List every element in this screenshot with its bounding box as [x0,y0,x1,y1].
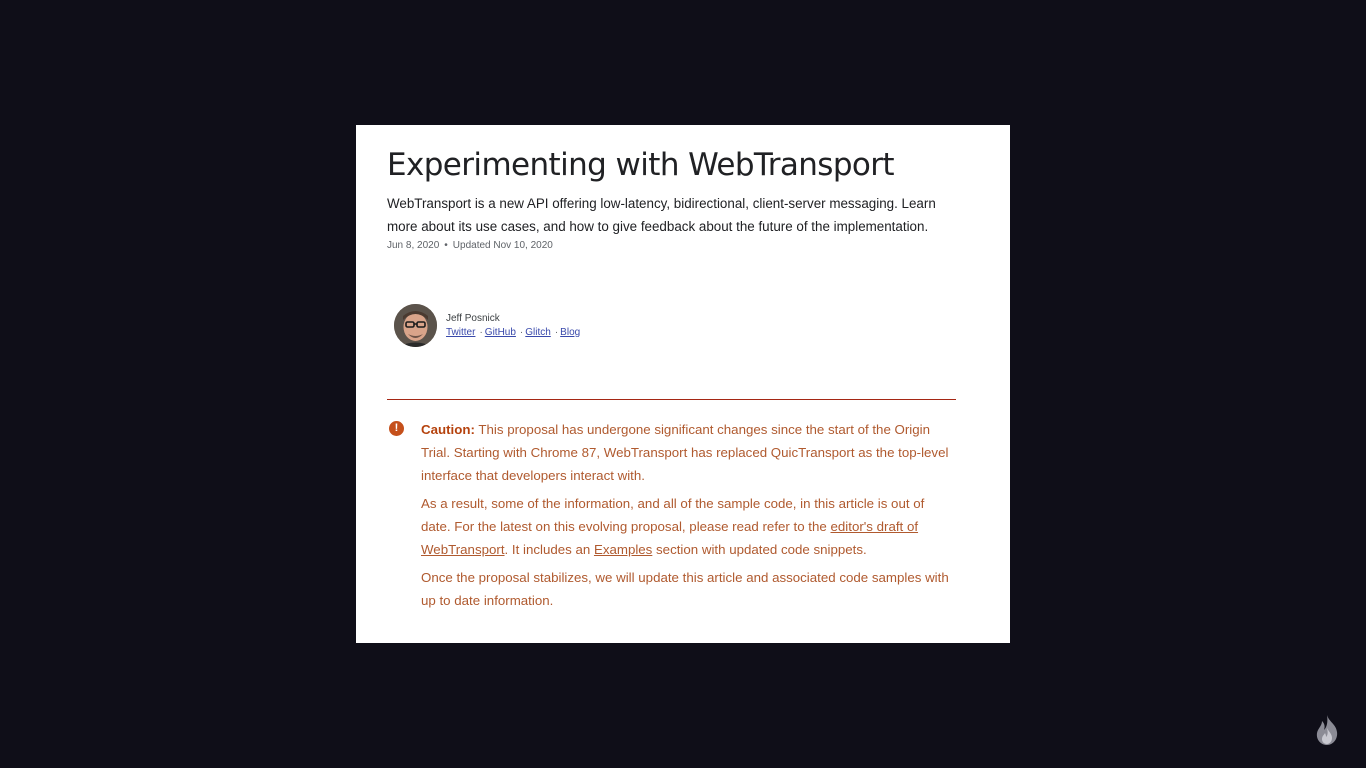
author-links: Twitter · GitHub · Glitch · Blog [446,326,580,340]
caution-paragraph-2: As a result, some of the information, an… [421,492,956,561]
avatar [394,304,437,347]
caution-text-2c: section with updated code snippets. [652,542,867,557]
author-link-twitter[interactable]: Twitter [446,327,475,338]
caution-paragraph-3: Once the proposal stabilizes, we will up… [421,570,949,608]
link-separator: · [479,326,483,338]
date-separator: • [444,240,448,251]
author-link-blog[interactable]: Blog [560,327,580,338]
updated-date: Updated Nov 10, 2020 [452,240,553,251]
caution-text-1: This proposal has undergone significant … [421,422,949,483]
article-subtitle: WebTransport is a new API offering low-l… [387,196,936,234]
examples-link[interactable]: Examples [594,542,652,557]
caution-paragraph-1: Caution: This proposal has undergone sig… [421,418,956,487]
author-info: Jeff Posnick Twitter · GitHub · Glitch · Blog [446,312,580,340]
article-dates: Jun 8, 2020 • Updated Nov 10, 2020 [387,239,956,253]
flame-logo-icon [1312,714,1342,746]
article-card: Experimenting with WebTransport WebTrans… [356,125,1010,643]
link-separator: · [554,326,559,338]
author-link-glitch[interactable]: Glitch [525,327,551,338]
caution-divider [387,399,956,400]
author-block: Jeff Posnick Twitter · GitHub · Glitch · Blog [394,304,580,347]
link-separator: · [519,326,524,338]
caution-text-2b: . It includes an [504,542,594,557]
author-link-github[interactable]: GitHub [485,327,516,338]
caution-label: Caution: [421,422,475,437]
caution-box: ! Caution: This proposal has undergone s… [387,418,956,617]
published-date: Jun 8, 2020 [387,240,440,251]
author-name: Jeff Posnick [446,312,500,324]
article-title: Experimenting with WebTransport [387,147,895,183]
exclamation-circle-icon: ! [389,421,404,436]
caution-body: Caution: This proposal has undergone sig… [421,418,956,612]
